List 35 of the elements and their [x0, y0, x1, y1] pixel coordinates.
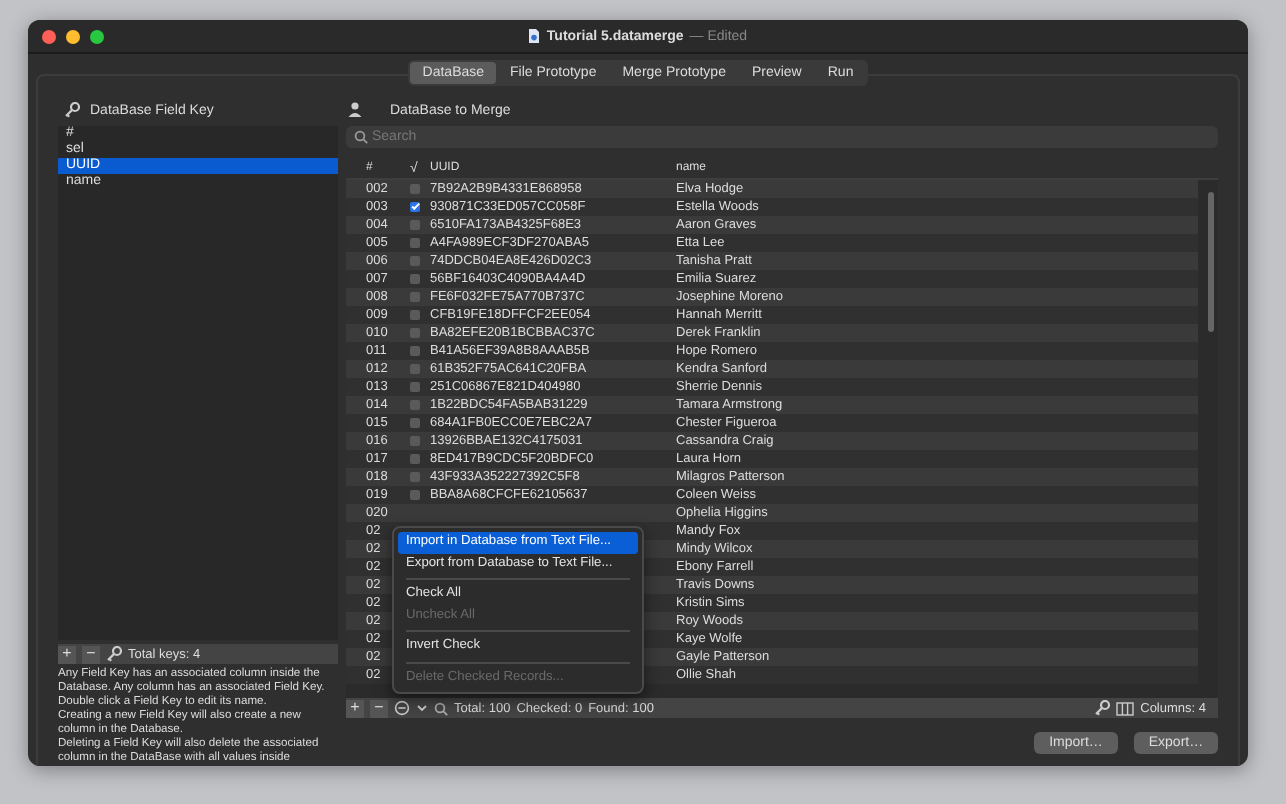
person-icon	[348, 102, 362, 118]
row-checkbox[interactable]	[410, 310, 420, 320]
minus-circle-icon	[394, 700, 410, 716]
search-icon	[434, 701, 448, 715]
chevron-down-icon	[416, 702, 428, 714]
remove-button[interactable]: −	[82, 645, 100, 663]
row-checkbox[interactable]	[410, 274, 420, 284]
row-checkbox[interactable]	[410, 328, 420, 338]
key-icon	[1094, 700, 1111, 716]
row-checkbox[interactable]	[410, 364, 420, 374]
row-checkbox[interactable]	[410, 202, 420, 212]
close-button[interactable]	[42, 29, 56, 43]
row-checkbox[interactable]	[410, 238, 420, 248]
row-checkbox[interactable]	[410, 292, 420, 302]
row-checkbox[interactable]	[410, 382, 420, 392]
row-checkbox[interactable]	[410, 256, 420, 266]
zoom-button[interactable]	[90, 29, 104, 43]
row-checkbox[interactable]	[410, 346, 420, 356]
row-checkbox[interactable]	[410, 184, 420, 194]
row-checkbox[interactable]	[410, 220, 420, 230]
remove-button[interactable]: −	[370, 699, 388, 717]
minimize-button[interactable]	[66, 29, 80, 43]
scrollbar[interactable]	[1208, 192, 1214, 332]
row-checkbox[interactable]	[410, 418, 420, 428]
row-checkbox[interactable]	[410, 490, 420, 500]
add-button[interactable]: +	[58, 645, 76, 663]
row-checkbox[interactable]	[410, 472, 420, 482]
row-checkbox[interactable]	[410, 400, 420, 410]
add-button[interactable]: +	[346, 699, 364, 717]
key-icon	[106, 646, 122, 662]
row-checkbox[interactable]	[410, 436, 420, 446]
columns-icon	[1116, 701, 1135, 715]
document-icon	[528, 28, 541, 44]
key-icon	[64, 102, 80, 118]
row-checkbox[interactable]	[410, 454, 420, 464]
